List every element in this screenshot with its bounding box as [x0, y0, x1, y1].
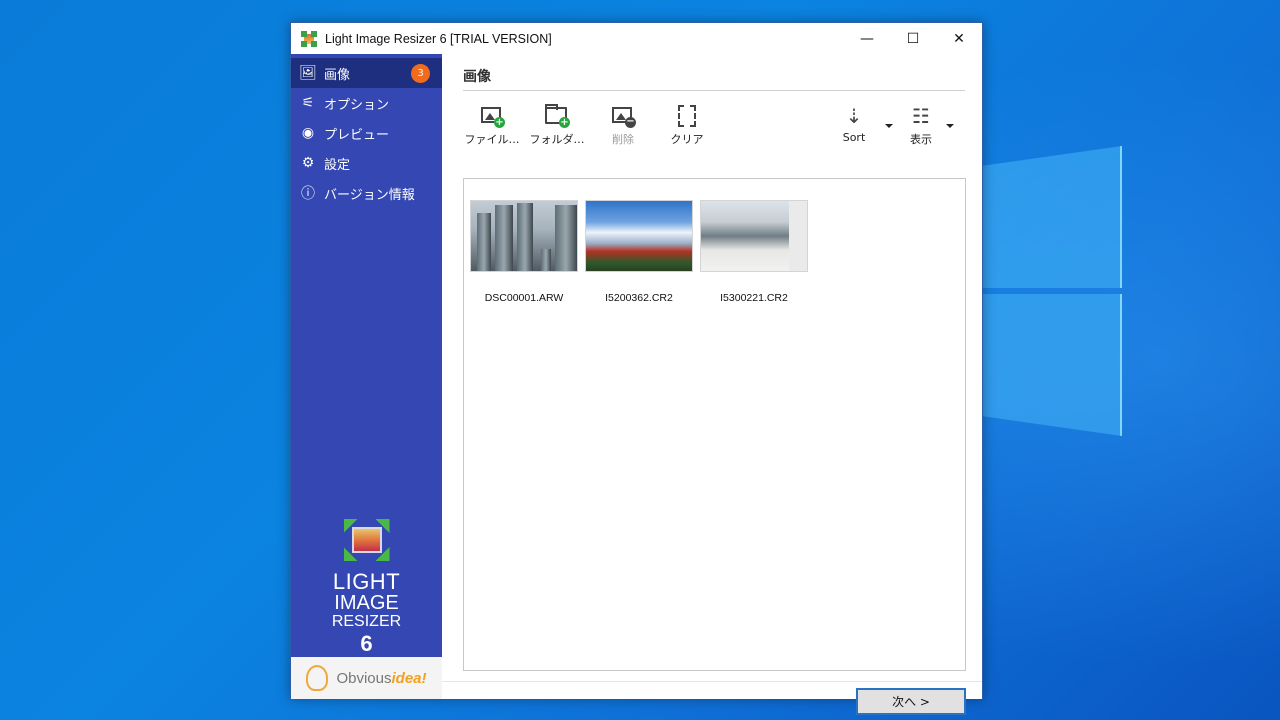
view-dropdown-icon[interactable] [946, 124, 954, 128]
close-button[interactable]: ✕ [936, 23, 982, 54]
sidebar-item-label: プレビュー [324, 127, 390, 143]
app-window: Light Image Resizer 6 [TRIAL VERSION] — … [290, 22, 983, 715]
divider [442, 681, 982, 682]
minimize-button[interactable]: — [844, 23, 890, 54]
view-button[interactable]: ☷ 表示 [901, 104, 941, 150]
image-item[interactable]: DSC00001.ARW [470, 200, 578, 304]
obviousidea-link[interactable]: Obvious idea! [291, 657, 442, 699]
view-label: 表示 [910, 133, 932, 146]
images-icon: 🖼 [299, 65, 317, 81]
divider [463, 90, 965, 91]
image-thumbnail [470, 200, 578, 272]
remove-icon: − [625, 116, 636, 128]
minimize-icon: — [860, 30, 874, 47]
sidebar-item-about[interactable]: ⓘ バージョン情報 [291, 178, 442, 208]
resize-logo-icon [343, 519, 390, 561]
image-count-badge: 3 [411, 64, 430, 83]
sort-button[interactable]: ⇣ Sort [834, 104, 874, 150]
image-item[interactable]: I5200362.CR2 [585, 200, 693, 304]
image-item[interactable]: I5300221.CR2 [700, 200, 808, 304]
image-thumbnail [585, 200, 693, 272]
sidebar-item-options[interactable]: ⚟ オプション [291, 88, 442, 118]
next-button[interactable]: 次へ > [856, 688, 966, 715]
info-icon: ⓘ [301, 186, 315, 202]
app-icon [301, 30, 317, 47]
desktop-logo-pane [982, 294, 1122, 436]
brand-text: Obvious [336, 669, 392, 687]
sidebar-item-preview[interactable]: ◉ プレビュー [291, 118, 442, 148]
logo-text: RESIZER [331, 613, 402, 630]
gear-icon: ⚙ [301, 155, 315, 171]
product-logo: LIGHT IMAGE RESIZER 6 [291, 519, 442, 657]
sidebar-item-label: オプション [324, 97, 390, 113]
desktop-logo-pane [982, 146, 1122, 288]
add-folder-button[interactable]: + フォルダ… [529, 104, 585, 150]
sort-icon: ⇣ [845, 104, 863, 128]
remove-button[interactable]: − 削除 [595, 104, 651, 150]
brand-text-accent: idea! [391, 669, 427, 687]
sidebar-item-settings[interactable]: ⚙ 設定 [291, 148, 442, 178]
close-icon: ✕ [953, 30, 965, 47]
image-list[interactable]: DSC00001.ARW I5200362.CR2 I5300221.CR2 [463, 178, 966, 671]
lightbulb-icon [306, 665, 329, 691]
logo-version: 6 [360, 631, 373, 656]
add-files-button[interactable]: + ファイル… [464, 104, 520, 150]
clear-label: クリア [670, 133, 704, 146]
sidebar-item-label: 画像 [324, 67, 351, 83]
clear-icon [678, 105, 696, 127]
add-folder-label: フォルダ… [529, 133, 585, 146]
eye-icon: ◉ [301, 125, 315, 141]
clear-button[interactable]: クリア [659, 104, 715, 150]
logo-text: LIGHT [332, 569, 401, 594]
image-filename: I5200362.CR2 [605, 292, 673, 304]
maximize-icon: ☐ [906, 30, 920, 47]
sidebar-item-label: バージョン情報 [324, 187, 415, 203]
sliders-icon: ⚟ [301, 95, 315, 111]
sort-label: Sort [842, 131, 866, 144]
add-icon: + [559, 117, 570, 128]
sidebar: 🖼 画像 3 ⚟ オプション ◉ プレビュー ⚙ 設定 ⓘ バージョン情報 LI… [291, 54, 442, 699]
page-title: 画像 [463, 69, 491, 85]
title-bar[interactable]: Light Image Resizer 6 [TRIAL VERSION] — … [291, 23, 982, 54]
add-icon: + [494, 117, 505, 128]
sidebar-item-label: 設定 [324, 157, 351, 173]
add-files-label: ファイル… [464, 133, 520, 146]
image-thumbnail [700, 200, 808, 272]
sort-dropdown-icon[interactable] [885, 124, 893, 128]
window-title: Light Image Resizer 6 [TRIAL VERSION] [325, 31, 552, 46]
image-filename: DSC00001.ARW [484, 292, 564, 304]
remove-label: 削除 [612, 133, 634, 146]
view-list-icon: ☷ [912, 104, 930, 128]
main-panel: 画像 + ファイル… + フォルダ… − 削除 クリア ⇣ Sort ☷ 表示 [442, 54, 982, 715]
maximize-button[interactable]: ☐ [890, 23, 936, 54]
image-filename: I5300221.CR2 [720, 292, 788, 304]
sidebar-item-images[interactable]: 🖼 画像 3 [291, 58, 442, 88]
logo-text: IMAGE [334, 592, 399, 614]
